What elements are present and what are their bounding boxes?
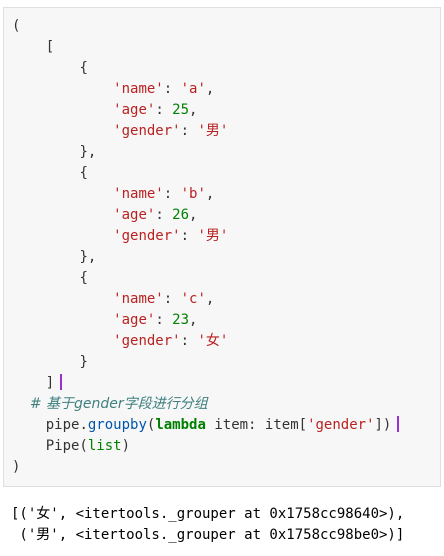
key-name: 'name' xyxy=(113,186,164,202)
open-bracket: [ xyxy=(45,39,55,55)
key-name: 'name' xyxy=(113,291,164,307)
code-line: 'name': 'b', xyxy=(12,184,214,205)
code-line: 'age': 26, xyxy=(12,205,197,226)
lambda-close: ]) xyxy=(374,417,392,433)
colon: : xyxy=(163,186,181,202)
code-line: }, xyxy=(12,142,96,163)
colon: : xyxy=(163,81,181,97)
code-line: 'gender': '男' xyxy=(12,226,228,247)
code-line: pipe.groupby(lambda item: item['gender']… xyxy=(12,415,400,436)
comment-text: # 基于gender字段进行分组 xyxy=(29,396,208,412)
lambda-body: item: item[ xyxy=(205,417,308,433)
dict-close: } xyxy=(79,354,88,370)
dict-open: { xyxy=(79,270,88,286)
comma: , xyxy=(205,291,215,307)
value-gender: '男' xyxy=(197,123,229,139)
close-paren: ) xyxy=(12,459,21,475)
dict-close: }, xyxy=(79,249,97,265)
colon: : xyxy=(155,207,173,223)
close-bracket: ] xyxy=(45,375,55,391)
value-name: 'b' xyxy=(180,186,206,202)
dict-open: { xyxy=(79,165,88,181)
comma: , xyxy=(189,207,198,223)
code-line: } xyxy=(12,352,88,373)
code-line: 'age': 23, xyxy=(12,310,197,331)
colon: : xyxy=(180,333,198,349)
code-line: Pipe(list) xyxy=(12,436,130,457)
key-age: 'age' xyxy=(113,207,156,223)
key-gender: 'gender' xyxy=(113,333,181,349)
pipe-call: Pipe( xyxy=(45,438,88,454)
dict-close: }, xyxy=(79,144,97,160)
colon: : xyxy=(155,312,173,328)
pipe-arg: list xyxy=(87,438,122,454)
dot: . xyxy=(79,417,88,433)
colon: : xyxy=(155,102,173,118)
code-line: { xyxy=(12,268,88,289)
lambda-key: 'gender' xyxy=(307,417,375,433)
comma: , xyxy=(189,102,198,118)
code-line: 'name': 'c', xyxy=(12,289,214,310)
colon: : xyxy=(180,123,198,139)
value-gender: '男' xyxy=(197,228,229,244)
key-gender: 'gender' xyxy=(113,123,181,139)
comma: , xyxy=(205,186,215,202)
groupby-object: pipe xyxy=(45,417,80,433)
code-line: }, xyxy=(12,247,96,268)
pipe-close: ) xyxy=(121,438,131,454)
value-age: 26 xyxy=(172,207,190,223)
code-line: 'gender': '男' xyxy=(12,121,228,142)
code-line: { xyxy=(12,163,88,184)
output-line-2: ('男', <itertools._grouper at 0x1758cc98b… xyxy=(11,527,405,543)
groupby-method: groupby xyxy=(87,417,147,433)
code-line: ) xyxy=(12,457,20,478)
key-age: 'age' xyxy=(113,102,156,118)
pipe-operator-marker xyxy=(397,416,400,432)
code-line: 'gender': '女' xyxy=(12,331,228,352)
output-line-1: [('女', <itertools._grouper at 0x1758cc98… xyxy=(11,506,405,522)
colon: : xyxy=(180,228,198,244)
code-line: ( xyxy=(12,16,20,37)
code-line: ] xyxy=(12,373,63,394)
value-age: 23 xyxy=(172,312,190,328)
key-name: 'name' xyxy=(113,81,164,97)
comma: , xyxy=(205,81,215,97)
colon: : xyxy=(163,291,181,307)
code-line: 'name': 'a', xyxy=(12,79,214,100)
open-paren: ( xyxy=(12,18,21,34)
code-input-cell[interactable]: ( [ { 'name': 'a', 'age': 25, 'gender': … xyxy=(3,7,441,487)
value-age: 25 xyxy=(172,102,190,118)
value-gender: '女' xyxy=(197,333,229,349)
output-cell: [('女', <itertools._grouper at 0x1758cc98… xyxy=(3,496,441,554)
code-line: [ xyxy=(12,37,54,58)
value-name: 'c' xyxy=(180,291,206,307)
dict-open: { xyxy=(79,60,88,76)
key-gender: 'gender' xyxy=(113,228,181,244)
comma: , xyxy=(189,312,198,328)
pipe-operator-marker xyxy=(60,374,63,390)
code-line: { xyxy=(12,58,88,79)
value-name: 'a' xyxy=(180,81,206,97)
code-line: 'age': 25, xyxy=(12,100,197,121)
code-comment: # 基于gender字段进行分组 xyxy=(12,394,208,415)
key-age: 'age' xyxy=(113,312,156,328)
lambda-keyword: lambda xyxy=(155,417,206,433)
